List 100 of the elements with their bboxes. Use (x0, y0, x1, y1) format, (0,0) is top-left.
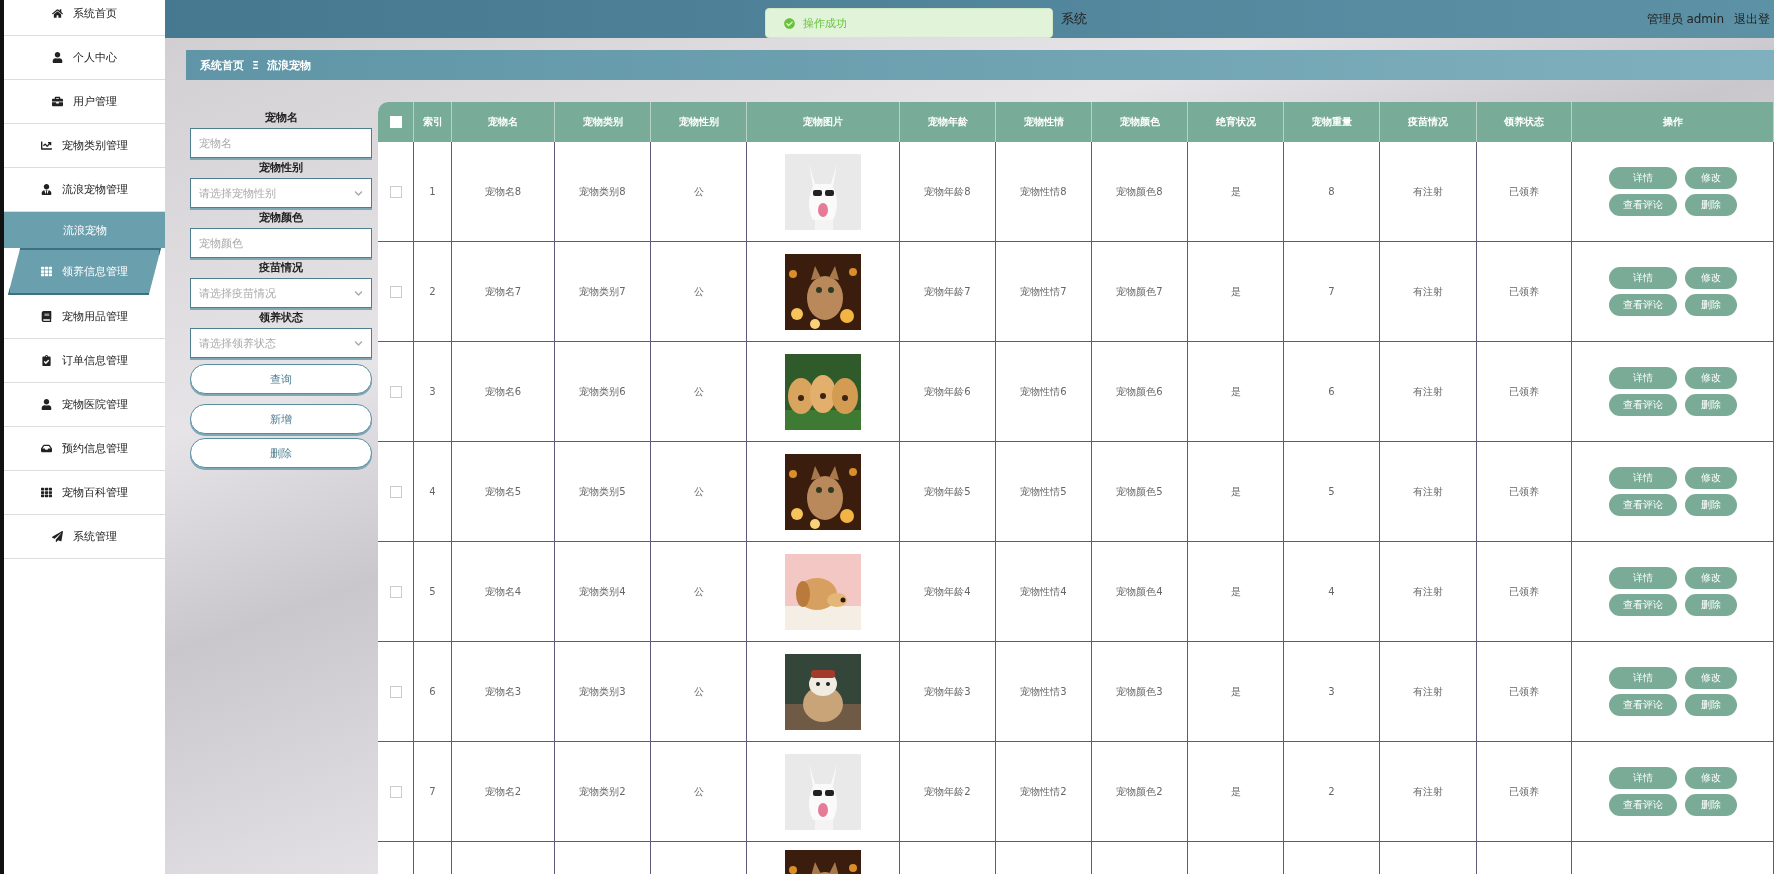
table-cell: 宠物性情5 (1020, 484, 1067, 499)
row-checkbox[interactable] (389, 485, 402, 498)
row-action-button[interactable]: 详情 (1608, 567, 1677, 589)
table-cell: 有注射 (1413, 684, 1443, 699)
row-action-button[interactable]: 查看评论 (1608, 594, 1677, 616)
filter-label: 宠物性别 (258, 160, 304, 176)
app-title: 系统 (1061, 10, 1087, 28)
row-action-button[interactable]: 删除 (1684, 194, 1737, 216)
table-cell: 是 (1230, 484, 1241, 499)
row-action-button[interactable]: 详情 (1608, 267, 1677, 289)
table-cell: 宠物颜色6 (1116, 384, 1163, 399)
table-cell: 宠物类别4 (579, 584, 626, 599)
table-cell: 宠物名2 (484, 784, 522, 799)
row-checkbox[interactable] (389, 785, 402, 798)
logout-link[interactable]: 退出登 (1734, 10, 1770, 28)
menu-icon (41, 184, 52, 195)
menu-icon (41, 266, 52, 277)
column-header: 宠物重量 (1284, 102, 1380, 142)
breadcrumb-item[interactable]: 系统首页 (200, 57, 244, 73)
filter-label: 领养状态 (258, 310, 304, 326)
table-cell: 有注射 (1413, 484, 1443, 499)
select-field[interactable]: 请选择宠物性别 (190, 178, 372, 208)
row-action-button[interactable]: 查看评论 (1608, 694, 1677, 716)
table-cell: 宠物年龄6 (924, 384, 971, 399)
input-field[interactable]: 宠物名 (190, 128, 372, 158)
row-action-button[interactable]: 修改 (1684, 667, 1737, 689)
action-button[interactable]: 新增 (190, 404, 372, 434)
table-cell: 8 (1328, 186, 1335, 197)
row-action-button[interactable]: 详情 (1608, 167, 1677, 189)
sidebar-item[interactable]: 领养信息管理 (8, 248, 161, 295)
action-button[interactable]: 删除 (190, 438, 372, 468)
table-cell: 已领养 (1509, 284, 1539, 299)
row-action-button[interactable]: 删除 (1684, 794, 1737, 816)
row-action-button[interactable]: 详情 (1608, 467, 1677, 489)
row-action-button[interactable]: 修改 (1684, 367, 1737, 389)
table-cell: 宠物名5 (484, 484, 522, 499)
input-field[interactable]: 宠物颜色 (190, 228, 372, 258)
table-cell: 宠物颜色7 (1116, 284, 1163, 299)
row-checkbox[interactable] (389, 185, 402, 198)
select-all-checkbox[interactable] (389, 116, 402, 128)
select-field[interactable]: 请选择领养状态 (190, 328, 372, 358)
row-checkbox[interactable] (389, 585, 402, 598)
table-cell: 公 (693, 184, 704, 199)
table-cell: 宠物颜色2 (1116, 784, 1163, 799)
row-action-button[interactable]: 查看评论 (1608, 794, 1677, 816)
row-action-button[interactable]: 查看评论 (1608, 194, 1677, 216)
row-action-button[interactable]: 删除 (1684, 394, 1737, 416)
toast-text: 操作成功 (803, 15, 847, 31)
table-cell: 7 (429, 786, 436, 797)
row-action-button[interactable]: 修改 (1684, 767, 1737, 789)
table-cell: 公 (693, 484, 704, 499)
table-cell: 公 (693, 284, 704, 299)
row-action-button[interactable]: 详情 (1608, 767, 1677, 789)
action-button[interactable]: 查询 (190, 364, 372, 394)
row-action-button[interactable]: 详情 (1608, 667, 1677, 689)
table-cell: 宠物名3 (484, 684, 522, 699)
menu-icon (52, 8, 63, 19)
table-cell: 公 (693, 784, 704, 799)
row-action-button[interactable]: 修改 (1684, 467, 1737, 489)
table-cell: 7 (1328, 286, 1335, 297)
table-cell: 是 (1230, 684, 1241, 699)
menu-icon (52, 531, 63, 542)
row-action-button[interactable]: 修改 (1684, 167, 1737, 189)
filter-label: 宠物颜色 (258, 210, 304, 226)
row-action-button[interactable]: 删除 (1684, 594, 1737, 616)
table-cell: 是 (1230, 284, 1241, 299)
column-header: 绝育状况 (1188, 102, 1284, 142)
table-cell: 宠物名7 (484, 284, 522, 299)
row-action-button[interactable]: 删除 (1684, 294, 1737, 316)
row-action-button[interactable]: 修改 (1684, 567, 1737, 589)
menu-icon (41, 399, 52, 410)
row-checkbox[interactable] (389, 685, 402, 698)
row-action-button[interactable]: 修改 (1684, 267, 1737, 289)
row-action-button[interactable]: 查看评论 (1608, 294, 1677, 316)
breadcrumb-item[interactable]: 流浪宠物 (266, 57, 311, 73)
row-checkbox[interactable] (389, 285, 402, 298)
table-cell: 宠物年龄8 (924, 184, 971, 199)
table-cell: 已领养 (1509, 384, 1539, 399)
table-cell: 6 (1328, 386, 1335, 397)
table-cell: 宠物名8 (484, 184, 522, 199)
row-action-button[interactable]: 详情 (1608, 367, 1677, 389)
row-action-button[interactable]: 删除 (1684, 494, 1737, 516)
table-cell: 有注射 (1413, 384, 1443, 399)
submenu-item[interactable]: 流浪宠物 (4, 212, 165, 248)
table-cell: 已领养 (1509, 784, 1539, 799)
table-cell: 宠物名6 (484, 384, 522, 399)
table-cell: 有注射 (1413, 584, 1443, 599)
table-cell: 3 (1328, 686, 1335, 697)
row-action-button[interactable]: 查看评论 (1608, 494, 1677, 516)
table-cell: 4 (1328, 586, 1335, 597)
column-header: 宠物年龄 (900, 102, 996, 142)
row-action-button[interactable]: 删除 (1684, 694, 1737, 716)
row-checkbox[interactable] (389, 385, 402, 398)
select-field[interactable]: 请选择疫苗情况 (190, 278, 372, 308)
row-action-button[interactable]: 查看评论 (1608, 394, 1677, 416)
filter-label: 疫苗情况 (258, 260, 304, 276)
table-cell: 有注射 (1413, 184, 1443, 199)
table-cell: 宠物颜色3 (1116, 684, 1163, 699)
column-header: 宠物性别 (651, 102, 747, 142)
menu-icon (41, 487, 52, 498)
